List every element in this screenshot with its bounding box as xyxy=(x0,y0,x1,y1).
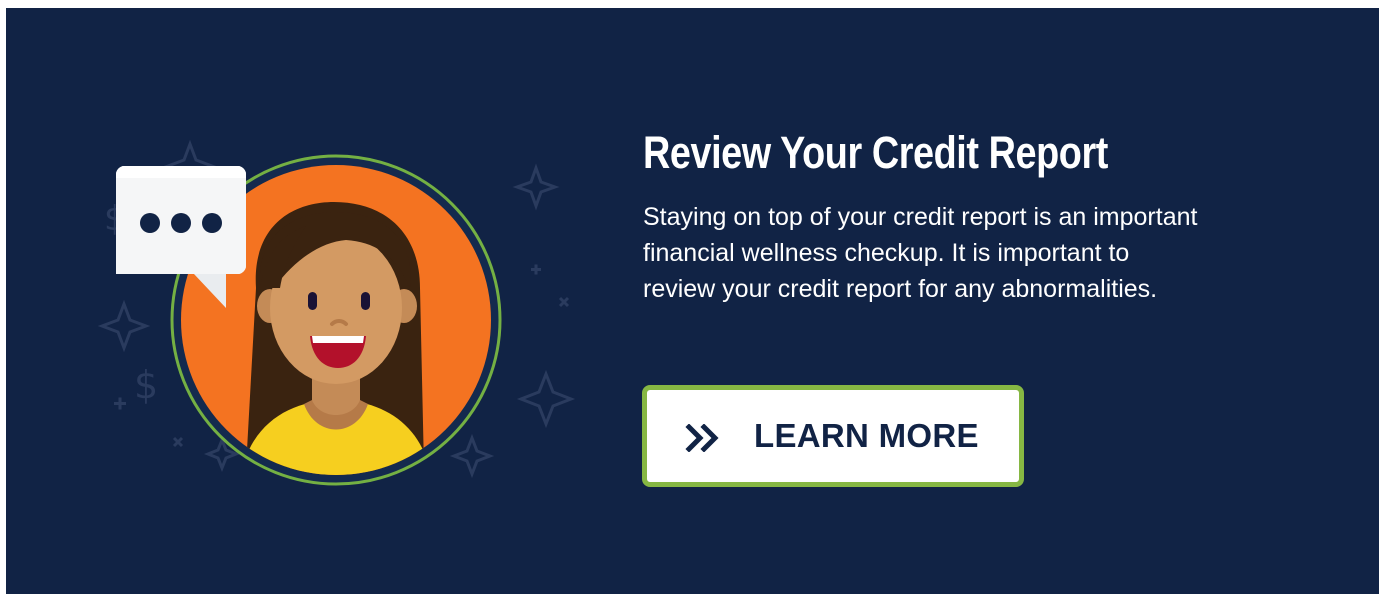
illustration-graphic: $ $ xyxy=(97,139,576,486)
avatar-person xyxy=(240,202,432,475)
learn-more-button[interactable]: LEARN MORE xyxy=(642,385,1024,487)
svg-text:$: $ xyxy=(134,363,158,407)
description-line: review your credit report for any abnorm… xyxy=(643,275,1158,303)
description-line: financial wellness checkup. It is import… xyxy=(643,239,1130,267)
avatar-illustration: $ $ xyxy=(90,138,590,498)
credit-report-banner: $ $ Review Your Credit Report Staying on… xyxy=(6,8,1379,594)
double-chevron-right-icon xyxy=(685,424,719,452)
description-line: Staying on top of your credit report is … xyxy=(643,203,1198,231)
banner-content: Review Your Credit Report Staying on top… xyxy=(643,126,1343,307)
learn-more-label: LEARN MORE xyxy=(754,417,979,454)
banner-headline: Review Your Credit Report xyxy=(643,127,1108,178)
banner-description: Staying on top of your credit report is … xyxy=(643,199,1323,307)
